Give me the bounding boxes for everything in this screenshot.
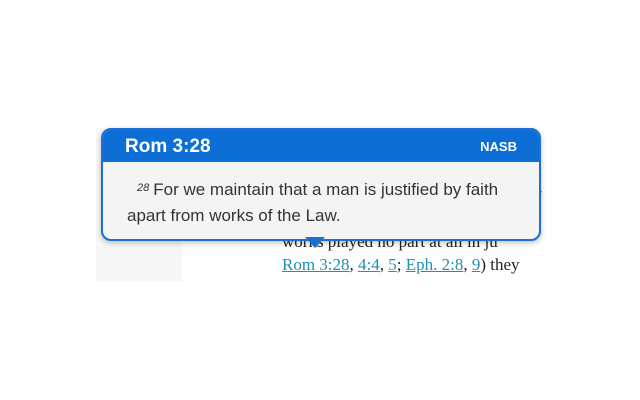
- popup-header: Rom 3:28 NASB: [103, 130, 539, 162]
- document-line-references: Rom 3:28, 4:4, 5; Eph. 2:8, 9) they: [282, 255, 520, 275]
- verse-preview-popup: Rom 3:28 NASB 28 For we maintain that a m…: [101, 128, 541, 241]
- verse-text: For we maintain that a man is justified …: [127, 180, 499, 225]
- verse-number: 28: [137, 182, 150, 194]
- popup-verse-body: 28 For we maintain that a man is justifie…: [127, 177, 523, 229]
- reference-link-eph-2-8[interactable]: Eph. 2:8: [406, 255, 464, 274]
- separator: ,: [349, 255, 359, 274]
- separator: ,: [463, 255, 472, 274]
- popup-pointer-arrow: [305, 237, 325, 248]
- trailing-text: ) they: [480, 255, 520, 274]
- separator: ,: [379, 255, 389, 274]
- separator: ;: [396, 255, 406, 274]
- reference-link-4-4[interactable]: 4:4: [358, 255, 380, 274]
- reference-link-rom-3-28[interactable]: Rom 3:28: [282, 255, 350, 274]
- reference-link-5[interactable]: 5: [388, 255, 397, 274]
- popup-version-label[interactable]: NASB: [480, 139, 517, 154]
- popup-reference-title[interactable]: Rom 3:28: [125, 136, 211, 158]
